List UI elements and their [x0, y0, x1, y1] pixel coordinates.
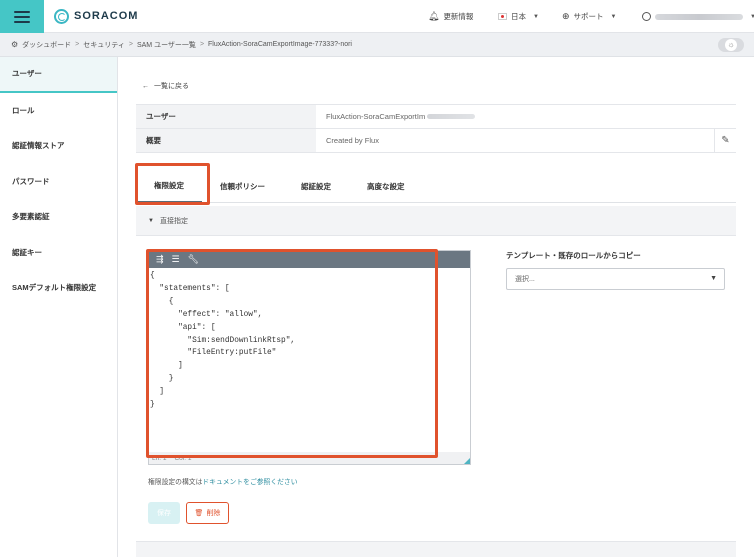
sidebar-item-password[interactable]: パスワード	[0, 164, 117, 200]
sidebar-item-roles[interactable]: ロール	[0, 93, 117, 129]
description-value: Created by Flux ✎	[316, 129, 736, 152]
status-col: Col: 1	[174, 454, 192, 462]
chevron-down-icon: ▼	[533, 13, 539, 20]
status-line: Ln: 1	[152, 454, 167, 462]
description-label: 概要	[136, 129, 316, 152]
breadcrumb: ⚙︎ ダッシュボード > セキュリティ > SAM ユーザー一覧 > FluxA…	[0, 33, 754, 57]
info-row-description: 概要 Created by Flux ✎	[136, 129, 736, 153]
main-content: ← 一覧に戻る ユーザー FluxAction-SoraCamExportIm …	[118, 57, 754, 557]
user-icon	[642, 12, 651, 21]
user-info-table: ユーザー FluxAction-SoraCamExportIm 概要 Creat…	[136, 104, 736, 153]
bell-icon: 🔔︎	[428, 11, 440, 21]
sidebar-item-auth-keys[interactable]: 認証キー	[0, 235, 117, 271]
menu-icon[interactable]	[0, 0, 44, 33]
info-row-user: ユーザー FluxAction-SoraCamExportIm	[136, 105, 736, 129]
back-to-list-link[interactable]: ← 一覧に戻る	[142, 81, 189, 91]
breadcrumb-separator: >	[75, 41, 80, 48]
brand-name: SORACOM	[74, 10, 139, 22]
breadcrumb-sam-users[interactable]: SAM ユーザー一覧	[137, 40, 196, 50]
chevron-down-icon: ▼	[710, 275, 717, 282]
format-icon[interactable]: ☰	[172, 255, 180, 264]
sidebar-item-credentials-store[interactable]: 認証情報ストア	[0, 128, 117, 164]
globe-icon: ⊕	[562, 11, 570, 21]
breadcrumb-current: FluxAction-SoraCamExportImage-77333?-nor…	[208, 41, 352, 48]
editor-status-bar: Ln: 1 Col: 1	[149, 452, 470, 464]
user-value: FluxAction-SoraCamExportIm	[316, 105, 736, 128]
user-label: ユーザー	[136, 105, 316, 128]
user-menu[interactable]: ▼	[642, 0, 754, 33]
doc-note: 権限設定の構文はドキュメントをご参照ください	[148, 479, 298, 486]
tabs: 権限設定 信頼ポリシー 認証設定 高度な設定	[136, 170, 736, 203]
logo[interactable]: SORACOM	[54, 7, 138, 25]
language-menu[interactable]: 日本 ▼	[498, 0, 539, 33]
breadcrumb-separator: >	[128, 41, 133, 48]
breadcrumb-security[interactable]: セキュリティ	[83, 40, 125, 50]
chevron-down-icon: ▼	[750, 13, 754, 20]
sidebar-item-sam-default-permissions[interactable]: SAMデフォルト権限設定	[0, 270, 117, 306]
resize-handle[interactable]	[464, 458, 470, 464]
triangle-down-icon: ▼	[148, 217, 154, 224]
section-toggle[interactable]: ▼ 直接指定	[136, 206, 736, 236]
sidebar: ユーザー ロール 認証情報ストア パスワード 多要素認証 認証キー SAMデフォ…	[0, 57, 118, 557]
user-value-redacted	[427, 114, 476, 119]
direct-permission-section: ▼ 直接指定 ⇶ ☰ 🔧︎ { "statements": [ { "effec…	[136, 206, 736, 557]
updates-link[interactable]: 🔔︎ 更新情報	[428, 0, 473, 33]
tab-trust-policy[interactable]: 信頼ポリシー	[202, 170, 283, 203]
top-bar: SORACOM 🔔︎ 更新情報 日本 ▼ ⊕ サポート ▼ ▼	[0, 0, 754, 33]
support-menu[interactable]: ⊕ サポート ▼	[562, 0, 617, 33]
trash-icon: 🗑︎	[194, 510, 204, 517]
breadcrumb-separator: >	[199, 41, 205, 48]
indent-icon[interactable]: ⇶	[156, 255, 164, 264]
sidebar-item-users[interactable]: ユーザー	[0, 57, 117, 93]
copy-template-select[interactable]: 選択... ▼	[506, 268, 725, 290]
tab-advanced-settings[interactable]: 高度な設定	[349, 170, 423, 203]
soracom-logo-icon	[54, 8, 69, 24]
next-section-edge	[136, 541, 736, 557]
json-editor[interactable]: ⇶ ☰ 🔧︎ { "statements": [ { "effect": "al…	[148, 250, 471, 465]
breadcrumb-dashboard[interactable]: ダッシュボード	[22, 40, 71, 50]
tab-permissions[interactable]: 権限設定	[136, 170, 202, 203]
wrench-icon[interactable]: 🔧︎	[188, 255, 199, 264]
code-content[interactable]: { "statements": [ { "effect": "allow", "…	[149, 268, 470, 412]
sidebar-item-mfa[interactable]: 多要素認証	[0, 199, 117, 235]
japan-flag-icon	[498, 13, 507, 20]
tab-auth-settings[interactable]: 認証設定	[283, 170, 349, 203]
dashboard-icon: ⚙︎	[11, 40, 19, 49]
section-body: ⇶ ☰ 🔧︎ { "statements": [ { "effect": "al…	[136, 236, 736, 541]
theme-toggle[interactable]	[718, 38, 744, 52]
editor-toolbar: ⇶ ☰ 🔧︎	[149, 251, 470, 268]
save-button[interactable]: 保存	[148, 502, 180, 524]
documentation-link[interactable]: ドキュメントをご参照ください	[202, 479, 297, 486]
pencil-icon[interactable]: ✎	[714, 129, 736, 152]
delete-button[interactable]: 🗑︎ 削除	[186, 502, 229, 524]
chevron-down-icon: ▼	[610, 13, 617, 20]
user-name-redacted	[655, 13, 743, 20]
copy-from-template-label: テンプレート・既存のロールからコピー	[506, 251, 641, 260]
arrow-left-icon: ←	[142, 82, 149, 90]
